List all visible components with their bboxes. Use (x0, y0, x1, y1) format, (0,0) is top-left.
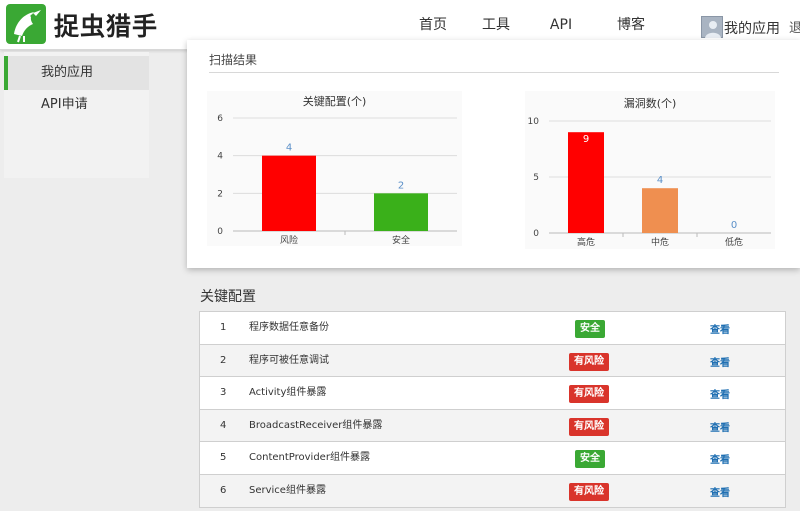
x-tick-label: 高危 (577, 236, 595, 248)
vulnerability-chart-svg: 漏洞数(个) 0 5 10 9 高危 4 中危 0 低危 (528, 97, 771, 248)
sidebar-item-api-apply[interactable]: API申请 (4, 88, 149, 122)
vulnerability-chart: 漏洞数(个) 0 5 10 9 高危 4 中危 0 低危 (525, 91, 775, 249)
bar-风险 (262, 155, 316, 231)
chart-title: 漏洞数(个) (624, 97, 677, 110)
x-tick-label: 风险 (280, 234, 298, 246)
key-config-chart: 关键配置(个) 0 2 4 6 4 风险 2 安全 (207, 91, 462, 246)
config-name: Service组件暴露 (249, 484, 326, 496)
sidebar-item-my-apps[interactable]: 我的应用 (4, 56, 149, 90)
config-name: 程序数据任意备份 (249, 322, 329, 333)
status-badge: 安全 (575, 450, 605, 469)
table-row: 3 Activity组件暴露 有风险 查看 (199, 377, 786, 410)
data-label: 2 (398, 180, 404, 191)
row-number: 4 (220, 419, 227, 431)
logo-text[interactable]: 捉虫猎手 (54, 7, 158, 43)
status-badge: 有风险 (569, 352, 609, 371)
user-avatar-icon[interactable] (701, 16, 723, 38)
scan-results-title: 扫描结果 (209, 53, 258, 67)
config-name: BroadcastReceiver组件暴露 (249, 419, 383, 431)
config-name: 程序可被任意调试 (249, 354, 329, 366)
data-label: 4 (286, 143, 292, 154)
table-row: 1 程序数据任意备份 安全 查看 (199, 312, 786, 345)
y-tick-label: 10 (528, 117, 540, 127)
row-number: 6 (220, 484, 227, 496)
status-badge: 安全 (575, 320, 605, 338)
x-tick-label: 低危 (725, 236, 743, 248)
table-row: 6 Service组件暴露 有风险 查看 (199, 474, 786, 510)
y-tick-label: 6 (217, 114, 223, 124)
row-number: 2 (220, 354, 227, 366)
status-badge: 有风险 (569, 482, 609, 501)
bar-高危 (568, 132, 604, 233)
chart-title: 关键配置(个) (303, 94, 367, 108)
config-name: Activity组件暴露 (249, 387, 327, 399)
x-tick-label: 安全 (392, 234, 410, 246)
key-config-section-title: 关键配置 (200, 289, 256, 305)
status-badge: 有风险 (569, 385, 609, 404)
table-row: 5 ContentProvider组件暴露 安全 查看 (199, 442, 786, 475)
view-link[interactable]: 查看 (710, 445, 730, 477)
key-config-chart-svg: 关键配置(个) 0 2 4 6 4 风险 2 安全 (217, 94, 457, 246)
view-link[interactable]: 查看 (710, 315, 730, 347)
data-label: 9 (583, 134, 589, 145)
row-number: 1 (220, 322, 227, 333)
row-number: 3 (220, 387, 227, 399)
x-tick-label: 中危 (651, 236, 669, 248)
logo-bird-icon[interactable] (6, 4, 46, 44)
table-row: 4 BroadcastReceiver组件暴露 有风险 查看 (199, 409, 786, 445)
table-row: 2 程序可被任意调试 有风险 查看 (199, 344, 786, 380)
row-number: 5 (220, 452, 227, 464)
view-link[interactable]: 查看 (710, 348, 730, 380)
key-config-table: 1 程序数据任意备份 安全 查看 2 程序可被任意调试 有风险 查看 3 Activity组件暴露… (199, 311, 786, 508)
y-tick-label: 2 (217, 189, 223, 199)
y-tick-label: 0 (217, 227, 223, 237)
bar-安全 (374, 193, 428, 231)
y-tick-label: 4 (217, 152, 223, 162)
data-label: 4 (657, 175, 663, 186)
view-link[interactable]: 查看 (710, 380, 730, 412)
scan-results-panel: 扫描结果 关键配置(个) 0 2 4 6 4 风险 2 安全 漏洞数(个) 0 5 10 9 高危 4 中危 0… (187, 40, 800, 268)
view-link[interactable]: 查看 (710, 478, 730, 510)
view-link[interactable]: 查看 (710, 413, 730, 445)
bar-中危 (642, 188, 678, 233)
y-tick-label: 5 (533, 173, 539, 183)
status-badge: 有风险 (569, 417, 609, 436)
data-label: 0 (731, 220, 737, 231)
sidebar: 我的应用 API申请 (4, 52, 149, 178)
y-tick-label: 0 (533, 229, 539, 239)
scan-divider (209, 72, 779, 73)
config-name: ContentProvider组件暴露 (249, 452, 370, 464)
